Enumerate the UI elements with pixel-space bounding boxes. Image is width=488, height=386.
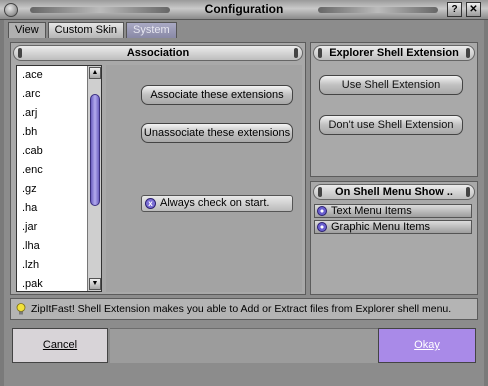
cancel-label: Cancel xyxy=(42,339,78,351)
info-text: ZipItFast! Shell Extension makes you abl… xyxy=(31,303,452,315)
shell-extension-title: Explorer Shell Extension xyxy=(329,47,459,59)
shell-menu-header: On Shell Menu Show .. xyxy=(313,184,475,200)
tab-view[interactable]: View xyxy=(8,22,46,38)
scroll-thumb[interactable] xyxy=(90,94,100,206)
okay-button[interactable]: Okay xyxy=(378,328,476,363)
use-shell-extension-button[interactable]: Use Shell Extension xyxy=(319,75,463,95)
close-button[interactable]: ✕ xyxy=(466,2,481,17)
shell-menu-title: On Shell Menu Show .. xyxy=(335,186,453,198)
association-title: Association xyxy=(126,47,190,59)
always-check-checkbox[interactable]: x Always check on start. xyxy=(141,195,293,212)
header-cap xyxy=(318,187,322,197)
tab-strip: View Custom Skin System xyxy=(8,22,177,38)
lightbulb-icon xyxy=(16,303,26,315)
title-bar[interactable]: Configuration ? ✕ xyxy=(0,0,488,20)
always-check-label: Always check on start. xyxy=(160,197,270,209)
window-title: Configuration xyxy=(204,2,284,16)
text-menu-items-label: Text Menu Items xyxy=(331,205,412,217)
tab-system[interactable]: System xyxy=(126,22,177,38)
graphic-menu-items-option[interactable]: Graphic Menu Items xyxy=(314,220,472,234)
association-panel: Association .ace .arc .arj .bh .cab .enc… xyxy=(10,42,306,295)
radio-icon[interactable] xyxy=(317,206,327,216)
text-menu-items-option[interactable]: Text Menu Items xyxy=(314,204,472,218)
checkbox-check-icon[interactable]: x xyxy=(145,198,156,209)
associate-button[interactable]: Associate these extensions xyxy=(141,85,293,105)
graphic-menu-items-label: Graphic Menu Items xyxy=(331,221,431,233)
shell-menu-panel: On Shell Menu Show .. Text Menu Items Gr… xyxy=(310,181,478,295)
header-cap xyxy=(18,48,22,58)
scroll-down-icon[interactable]: ▼ xyxy=(89,278,101,290)
shell-extension-panel: Explorer Shell Extension Use Shell Exten… xyxy=(310,42,478,177)
dont-use-shell-extension-button[interactable]: Don't use Shell Extension xyxy=(319,115,463,135)
help-button[interactable]: ? xyxy=(447,2,462,17)
scroll-up-icon[interactable]: ▲ xyxy=(89,67,101,79)
association-header: Association xyxy=(13,45,303,61)
header-cap xyxy=(466,48,470,58)
cancel-button[interactable]: Cancel xyxy=(12,328,108,363)
extension-list[interactable]: .ace .arc .arj .bh .cab .enc .gz .ha .ja… xyxy=(16,65,102,292)
footer-strip xyxy=(110,328,378,363)
header-cap xyxy=(294,48,298,58)
unassociate-button[interactable]: Unassociate these extensions xyxy=(141,123,293,143)
header-cap xyxy=(466,187,470,197)
shell-extension-header: Explorer Shell Extension xyxy=(313,45,475,61)
tab-custom-skin[interactable]: Custom Skin xyxy=(47,22,125,38)
list-scrollbar[interactable]: ▲ ▼ xyxy=(87,66,101,291)
radio-icon[interactable] xyxy=(317,222,327,232)
header-cap xyxy=(318,48,322,58)
info-bar: ZipItFast! Shell Extension makes you abl… xyxy=(10,298,478,320)
okay-label: Okay xyxy=(414,339,440,351)
